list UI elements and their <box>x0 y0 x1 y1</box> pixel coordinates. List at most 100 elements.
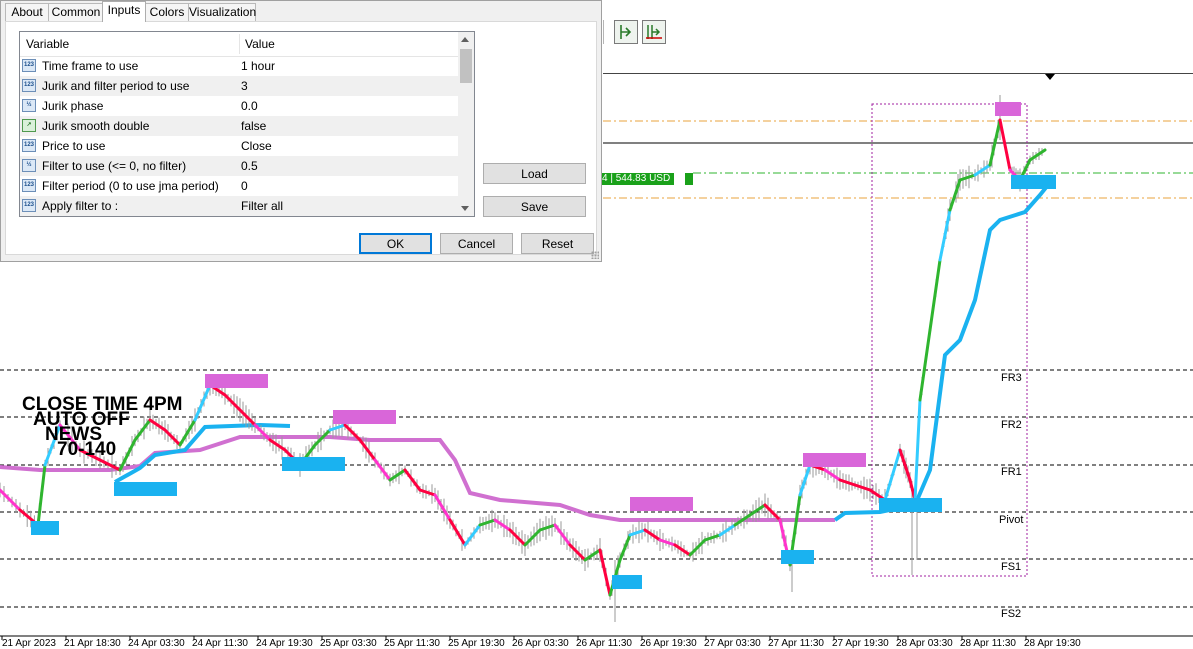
tab-common[interactable]: Common <box>48 3 104 21</box>
fast-trend-segment <box>688 538 707 557</box>
cancel-button[interactable]: Cancel <box>440 233 513 254</box>
number-icon: 123 <box>22 199 36 212</box>
fast-trend-segment <box>598 548 612 597</box>
tab-inputs[interactable]: Inputs <box>102 1 146 22</box>
fast-trend-segment <box>958 173 977 182</box>
row-value[interactable]: 3 <box>241 76 248 96</box>
fast-trend-segment <box>883 448 902 502</box>
chart-shift-marker-icon[interactable] <box>1045 74 1055 80</box>
date-label: 25 Apr 19:30 <box>448 638 505 649</box>
number-icon: 123 <box>22 139 36 152</box>
fast-trend-segment <box>508 528 527 547</box>
chart-toolbar <box>603 16 1193 50</box>
level-label-fr3: FR3 <box>1001 372 1022 384</box>
row-value[interactable]: Filter all <box>241 196 283 216</box>
row-variable: Jurik phase <box>42 99 104 113</box>
fast-trend-segment <box>748 503 767 517</box>
fast-trend-segment <box>388 468 407 482</box>
support-zone <box>879 498 942 512</box>
grid-row[interactable]: 123 Time frame to use 1 hour <box>20 56 458 76</box>
support-zone <box>781 550 814 564</box>
grid-row[interactable]: 123 Apply filter to : Filter all <box>20 196 458 216</box>
date-label: 27 Apr 11:30 <box>768 638 824 649</box>
row-variable: Filter to use (<= 0, no filter) <box>42 159 187 173</box>
row-variable: Price to use <box>42 139 106 153</box>
grid-scrollbar[interactable] <box>458 32 474 216</box>
level-label-fr1: FR1 <box>1001 466 1022 478</box>
fast-trend-segment <box>463 523 482 547</box>
fast-trend-segment <box>403 468 422 492</box>
level-label-pivot: Pivot <box>999 514 1024 526</box>
fast-trend-segment <box>898 448 912 482</box>
row-value[interactable]: Close <box>241 136 272 156</box>
support-zone <box>612 575 642 589</box>
resize-grip-icon[interactable] <box>591 251 599 259</box>
fast-trend-segment <box>433 493 452 522</box>
date-label: 25 Apr 03:30 <box>320 638 377 649</box>
tab-about[interactable]: About <box>5 3 49 21</box>
grid-row[interactable]: 123 Jurik and filter period to use 3 <box>20 76 458 96</box>
row-value[interactable]: 0.5 <box>241 156 258 176</box>
date-label: 28 Apr 19:30 <box>1024 638 1081 649</box>
fast-trend-segment <box>358 438 377 462</box>
row-value[interactable]: 1 hour <box>241 56 275 76</box>
grid-row[interactable]: ½ Jurik phase 0.0 <box>20 96 458 116</box>
fast-trend-segment <box>163 428 182 447</box>
autoscroll-icon[interactable] <box>642 20 666 44</box>
row-variable: Jurik and filter period to use <box>42 79 190 93</box>
row-value[interactable]: false <box>241 116 266 136</box>
date-label: 26 Apr 03:30 <box>512 638 569 649</box>
header-value[interactable]: Value <box>239 32 458 56</box>
date-label: 26 Apr 19:30 <box>640 638 697 649</box>
resistance-zone <box>333 410 396 424</box>
fast-trend-segment <box>918 328 932 402</box>
date-label: 28 Apr 11:30 <box>960 638 1016 649</box>
tab-visualization[interactable]: Visualization <box>188 3 256 21</box>
row-variable: Apply filter to : <box>42 199 119 213</box>
fast-trend-segment <box>838 478 857 487</box>
fast-trend-segment <box>148 418 167 432</box>
load-button[interactable]: Load <box>483 163 586 184</box>
date-label: 25 Apr 11:30 <box>384 638 440 649</box>
ok-button[interactable]: OK <box>359 233 432 254</box>
date-label: 21 Apr 2023 <box>2 638 56 649</box>
fast-trend-segment <box>823 468 842 482</box>
fast-trend-segment <box>658 538 677 547</box>
scroll-up-icon[interactable] <box>461 37 469 42</box>
date-label: 24 Apr 03:30 <box>128 638 185 649</box>
scroll-down-icon[interactable] <box>461 206 469 211</box>
price-tag-tail <box>685 173 693 185</box>
grid-row[interactable]: ½ Filter to use (<= 0, no filter) 0.5 <box>20 156 458 176</box>
support-zone <box>282 457 345 471</box>
grid-row[interactable]: ↗ Jurik smooth double false <box>20 116 458 136</box>
fast-trend-segment <box>493 518 512 532</box>
scroll-thumb[interactable] <box>460 49 472 83</box>
inputs-grid[interactable]: Variable Value 123 Time frame to use 1 hou… <box>19 31 475 217</box>
level-label-fr2: FR2 <box>1001 419 1022 431</box>
date-label: 27 Apr 03:30 <box>704 638 761 649</box>
support-zone <box>31 521 59 535</box>
fast-trend-segment <box>673 543 692 557</box>
number-icon: 123 <box>22 59 36 72</box>
header-variable[interactable]: Variable <box>20 32 239 56</box>
fast-trend-segment <box>553 523 572 547</box>
toolbar-divider <box>603 73 1193 74</box>
chart-shift-icon[interactable] <box>614 20 638 44</box>
tab-colors[interactable]: Colors <box>145 3 189 21</box>
row-value[interactable]: 0 <box>241 176 248 196</box>
fast-trend-segment <box>628 528 647 537</box>
date-label: 26 Apr 11:30 <box>576 638 632 649</box>
level-label-fs2: FS2 <box>1001 608 1022 620</box>
fast-trend-segment <box>703 533 722 542</box>
save-button[interactable]: Save <box>483 196 586 217</box>
grid-row[interactable]: 123 Filter period (0 to use jma period) 0 <box>20 176 458 196</box>
row-value[interactable]: 0.0 <box>241 96 258 116</box>
reset-button[interactable]: Reset <box>521 233 594 254</box>
support-zone <box>1011 175 1056 189</box>
grid-row[interactable]: 123 Price to use Close <box>20 136 458 156</box>
fast-trend-segment <box>853 483 872 492</box>
row-variable: Time frame to use <box>42 59 139 73</box>
fast-trend-segment <box>0 488 22 512</box>
fast-trend-segment <box>523 528 542 547</box>
fast-trend-segment <box>643 528 662 542</box>
